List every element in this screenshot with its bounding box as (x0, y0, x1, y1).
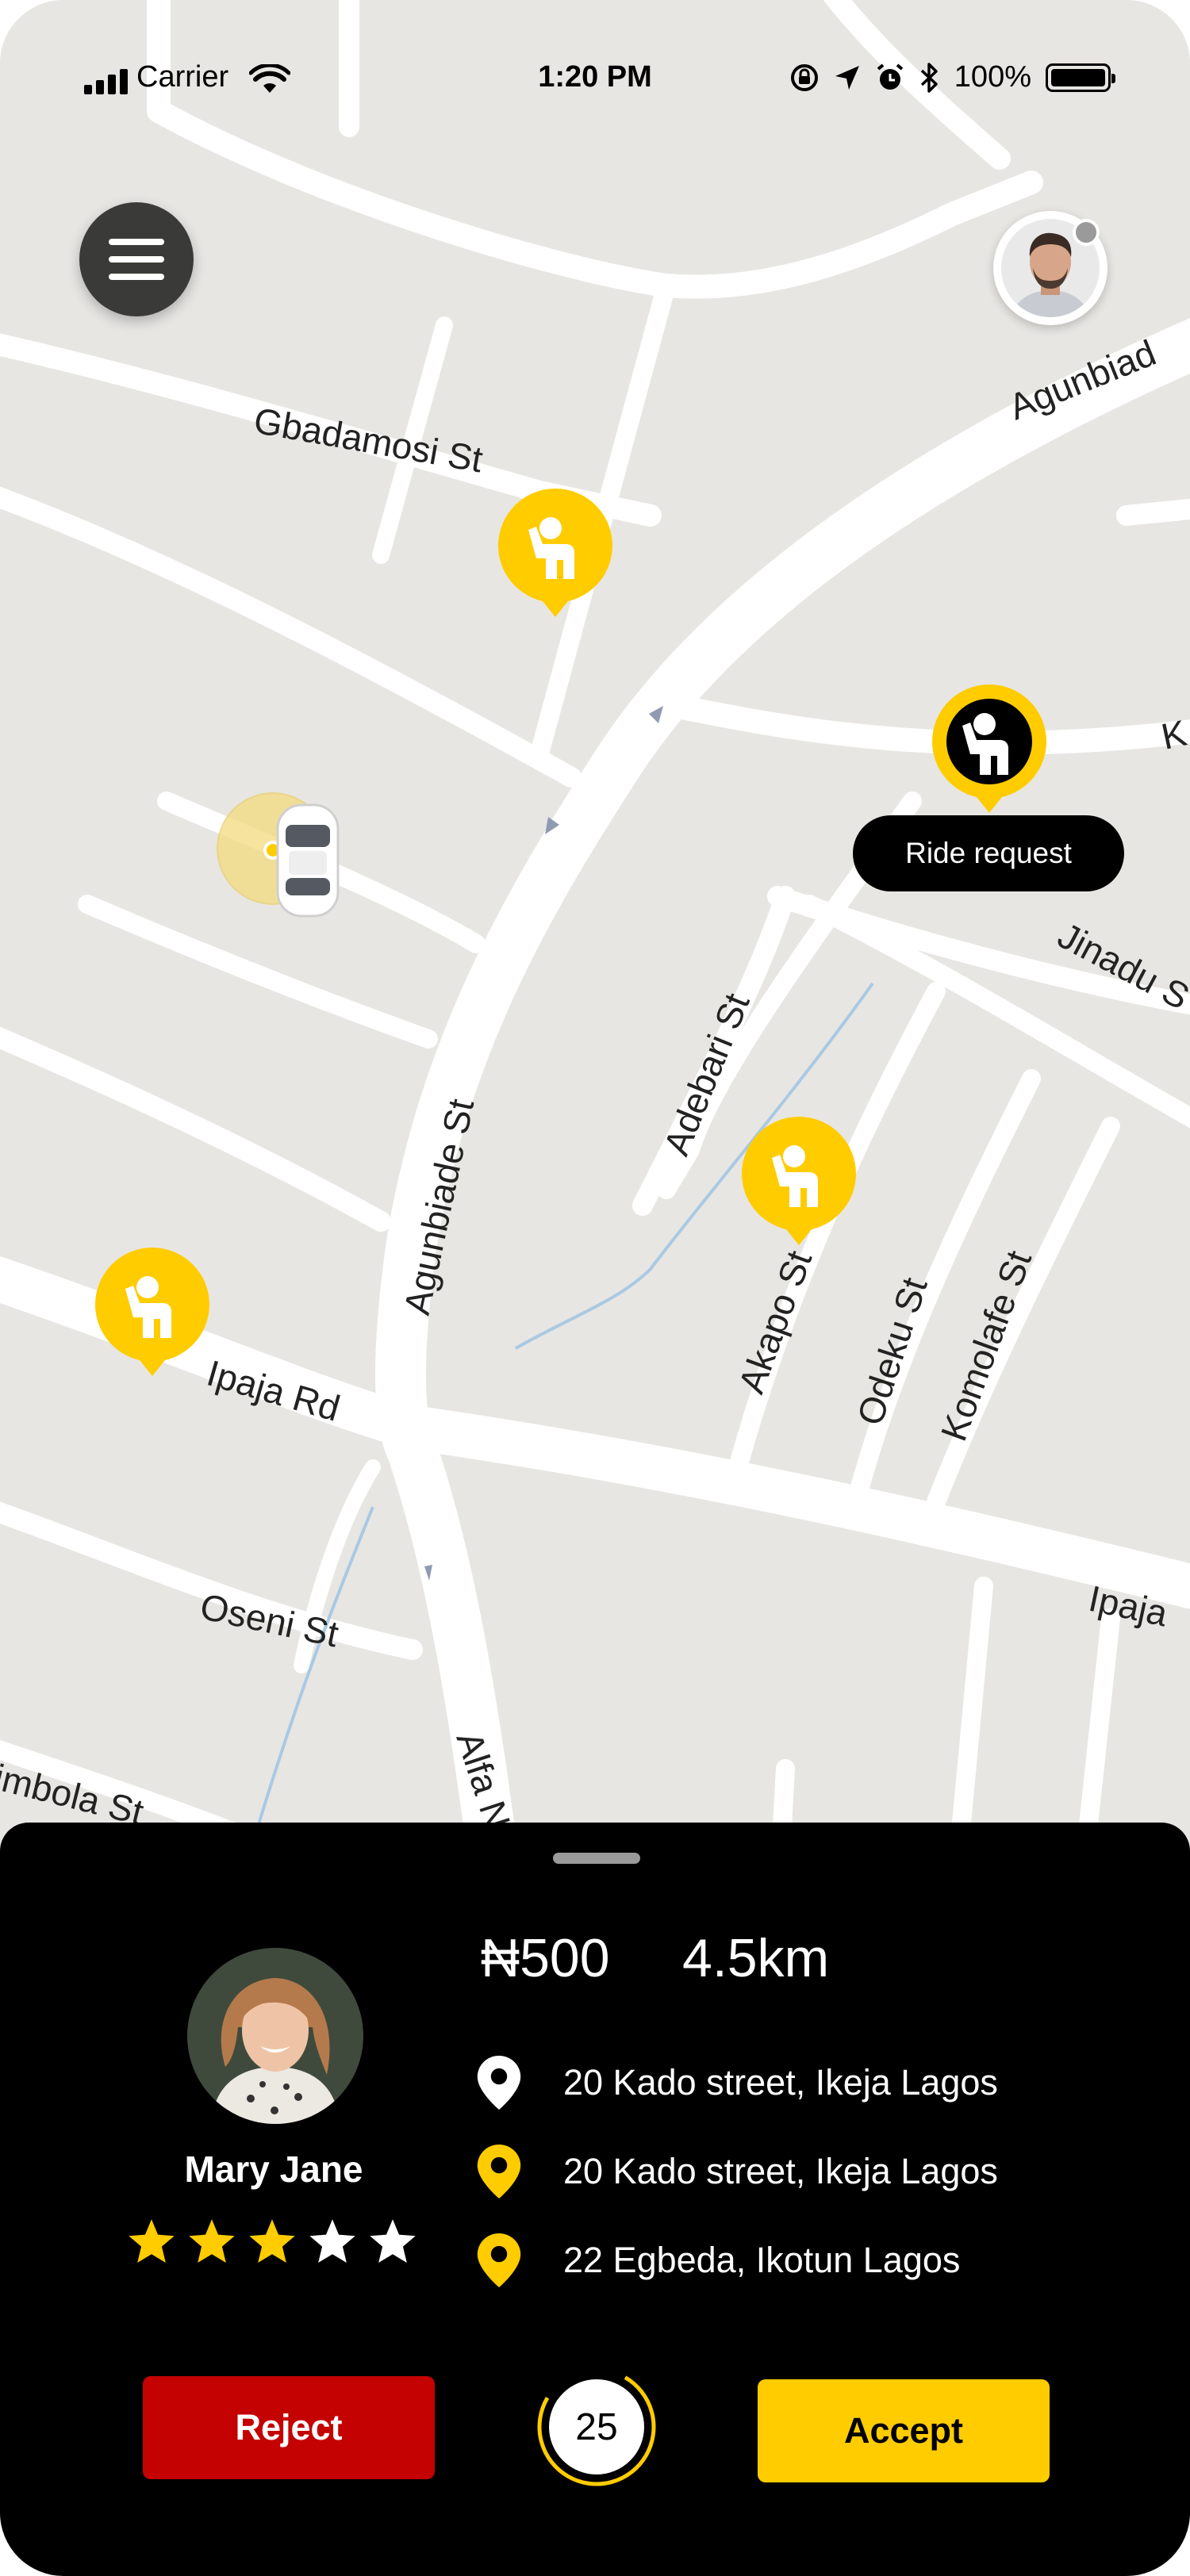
pin-yellow-icon (477, 2145, 521, 2198)
rider-name: Mary Jane (184, 2149, 363, 2190)
rider-avatar (187, 1948, 363, 2124)
hamburger-icon-line (109, 256, 164, 263)
countdown-value: 25 (575, 2405, 618, 2448)
fare-price: ₦500 (481, 1928, 610, 1988)
address-row: 22 Egbeda, Ikotun Lagos (476, 2233, 960, 2287)
status-bar: Carrier 1:20 PM 100% (0, 56, 1190, 103)
location-arrow-icon (835, 65, 859, 90)
rider-photo (187, 1948, 363, 2124)
star-empty-icon (309, 2219, 355, 2264)
ride-request-label: Ride request (905, 837, 1072, 869)
countdown-timer: 25 (533, 2363, 660, 2490)
address-row: 20 Kado street, Ikeja Lagos (476, 2056, 998, 2110)
hamburger-icon-line (109, 239, 164, 245)
address-text: 20 Kado street, Ikeja Lagos (563, 2062, 998, 2103)
ride-request-sheet: Mary Jane ₦500 4.5km 20 Kado street, Ike… (0, 1823, 1190, 2576)
phone-screen: Agunbiad Gbadamosi St Agunbiade St Adeba… (0, 0, 1190, 2576)
battery-icon (1046, 63, 1115, 92)
pin-white-icon (477, 2056, 521, 2110)
menu-button[interactable] (79, 202, 194, 316)
rider-rating (127, 2219, 417, 2267)
rotation-lock-icon (790, 63, 818, 91)
pin-yellow-icon (477, 2233, 521, 2287)
car-icon (276, 803, 340, 918)
star-filled-icon (249, 2219, 295, 2264)
trip-distance: 4.5km (682, 1928, 830, 1988)
ride-request-tooltip[interactable]: Ride request (853, 815, 1124, 891)
battery-percent: 100% (954, 60, 1031, 94)
alarm-icon (877, 63, 904, 90)
star-filled-icon (129, 2219, 175, 2264)
star-empty-icon (370, 2219, 416, 2264)
profile-avatar-button[interactable] (993, 211, 1107, 325)
bluetooth-icon (920, 62, 938, 93)
address-row: 20 Kado street, Ikeja Lagos (476, 2145, 998, 2198)
address-text: 22 Egbeda, Ikotun Lagos (563, 2240, 961, 2280)
online-status-dot (1073, 219, 1100, 246)
sheet-drag-handle[interactable] (553, 1853, 640, 1864)
hamburger-icon-line (109, 274, 164, 280)
reject-button[interactable]: Reject (143, 2376, 435, 2479)
star-filled-icon (189, 2219, 235, 2264)
accept-button[interactable]: Accept (758, 2379, 1050, 2482)
status-icons: 100% (789, 60, 1115, 94)
address-text: 20 Kado street, Ikeja Lagos (563, 2151, 998, 2191)
